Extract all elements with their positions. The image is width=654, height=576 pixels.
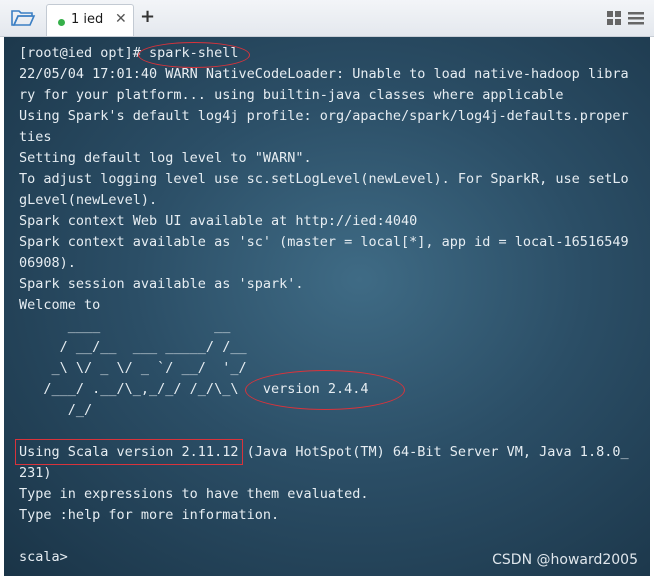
terminal-line: /___/ .__/\_,_/_/ /_/\_\ version 2.4.4	[19, 381, 369, 397]
layout-menu-icon[interactable]	[606, 10, 646, 28]
terminal-output: [root@ied opt]# spark-shell 22/05/04 17:0…	[19, 43, 629, 568]
terminal-line: [root@ied opt]# spark-shell	[19, 45, 239, 61]
terminal-line: / __/__ ___ _____/ /__	[19, 339, 247, 355]
tab-bar: 1 ied ✕ +	[0, 0, 654, 37]
terminal-line: ties	[19, 129, 52, 145]
terminal-line: To adjust logging level use sc.setLogLev…	[19, 171, 629, 187]
terminal-line: 06908).	[19, 255, 76, 271]
tab-session-ied[interactable]: 1 ied ✕	[46, 4, 134, 36]
terminal-line: _\ \/ _ \/ _ `/ __/ '_/	[19, 360, 247, 376]
terminal-line: 231)	[19, 465, 52, 481]
terminal-line: Spark session available as 'spark'.	[19, 276, 304, 292]
terminal-line: gLevel(newLevel).	[19, 192, 158, 208]
close-tab-icon[interactable]: ✕	[115, 11, 127, 27]
add-tab-button[interactable]: +	[140, 6, 155, 27]
terminal-line: Welcome to	[19, 297, 101, 313]
connected-status-icon	[58, 19, 65, 26]
folder-open-icon[interactable]	[10, 6, 36, 30]
terminal-line: 22/05/04 17:01:40 WARN NativeCodeLoader:…	[19, 66, 629, 82]
terminal-line: ____ __	[19, 318, 231, 334]
tab-label: 1 ied	[71, 12, 104, 27]
terminal-line: Spark context available as 'sc' (master …	[19, 234, 629, 250]
terminal-line: /_/	[19, 402, 93, 418]
terminal-line: Using Scala version 2.11.12 (Java HotSpo…	[19, 444, 629, 460]
terminal-line: Type in expressions to have them evaluat…	[19, 486, 369, 502]
terminal-window[interactable]: [root@ied opt]# spark-shell 22/05/04 17:0…	[4, 37, 650, 576]
terminal-line: Setting default log level to "WARN".	[19, 150, 312, 166]
watermark: CSDN @howard2005	[492, 552, 638, 568]
terminal-line: ry for your platform... using builtin-ja…	[19, 87, 564, 103]
terminal-line: Type :help for more information.	[19, 507, 280, 523]
terminal-line: Using Spark's default log4j profile: org…	[19, 108, 629, 124]
terminal-line: Spark context Web UI available at http:/…	[19, 213, 418, 229]
